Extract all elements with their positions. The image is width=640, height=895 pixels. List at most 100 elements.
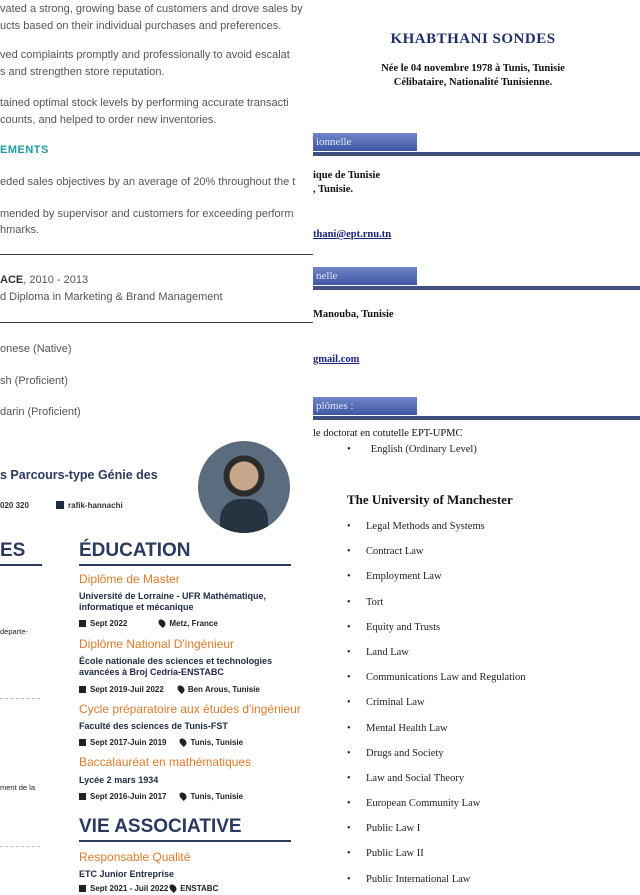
- location-pin-icon: [178, 737, 189, 747]
- education-2-meta: Sept 2019-Juil 2022 Ben Arous, Tunisie: [79, 684, 274, 694]
- associative-meta: Sept 2021 - Juil 2022 ENSTABC: [79, 883, 232, 893]
- list-item: Equity and Trusts: [347, 621, 526, 646]
- education-3-place: Tunis, Tunisie: [190, 738, 244, 747]
- list-item: Tort: [347, 596, 526, 621]
- linkedin-handle: rafik-hannachi: [68, 501, 123, 510]
- phone-number: 020 320: [0, 501, 29, 510]
- avatar-body: [220, 499, 268, 533]
- cv-name: KHABTHANI SONDES: [390, 31, 556, 47]
- education-2-date: Sept 2019-Juil 2022: [90, 685, 164, 694]
- linkedin-contact[interactable]: rafik-hannachi: [56, 501, 123, 510]
- experience-bullet-3-line-2: counts, and helped to order new inventor…: [0, 114, 217, 126]
- institution-line-2-text: Tunisie.: [318, 184, 353, 195]
- course-list-fragment: • English (Ordinary Level) The University…: [313, 438, 640, 895]
- education-4-degree: Baccalauréat en mathématiques: [79, 755, 252, 769]
- achievement-2-line-2: hmarks.: [0, 224, 40, 236]
- education-2-place: Ben Arous, Tunisie: [187, 685, 260, 694]
- education-1-institution-line-2: informatique et mécanique: [79, 602, 194, 612]
- education-school: ACE: [0, 274, 24, 286]
- calendar-icon: [79, 793, 86, 800]
- calendar-icon: [79, 739, 86, 746]
- associative-date: Sept 2021 - Juil 2022: [90, 884, 169, 893]
- calendar-icon: [79, 686, 86, 693]
- education-title: ÉDUCATION: [79, 540, 191, 561]
- education-2-degree: Diplôme National D'ingénieur: [79, 637, 235, 651]
- bullet: •: [347, 444, 351, 455]
- language-item: • English (Ordinary Level): [347, 444, 477, 455]
- education-degree: d Diploma in Marketing & Brand Managemen…: [0, 291, 223, 303]
- avatar: [198, 441, 290, 533]
- calendar-icon: [79, 885, 86, 892]
- language-3: darin (Proficient): [0, 406, 81, 418]
- list-item: Public Law II: [347, 847, 526, 872]
- achievement-2-line-1: mended by supervisor and customers for e…: [0, 208, 294, 220]
- left-column-fragment-1: départe-: [0, 627, 28, 636]
- list-item: Legal Methods and Systems: [347, 520, 526, 545]
- left-section-title: ES: [0, 540, 26, 561]
- cv-status: Célibataire, Nationalité Tunisienne.: [393, 77, 553, 88]
- section-underline: [79, 840, 291, 842]
- profile-title: s Parcours-type Génie des: [0, 468, 158, 482]
- section-rule: [313, 152, 640, 156]
- section-rule: [313, 286, 640, 290]
- education-3-date: Sept 2017-Juin 2019: [90, 738, 167, 747]
- achievements-heading: EMENTS: [0, 144, 49, 156]
- cv-fragment-top-right: KHABTHANI SONDES Née le 04 novembre 1978…: [313, 0, 640, 450]
- language-item-text: English (Ordinary Level): [370, 444, 477, 455]
- education-2-institution-line-2: avancées à Broj Cedria-ENSTABC: [79, 667, 224, 677]
- institution-line-2: , Tunisie.: [313, 184, 353, 195]
- experience-bullet-2-line-2: s and strengthen store reputation.: [0, 66, 165, 78]
- section-rule: [313, 416, 640, 420]
- list-item: Drugs and Society: [347, 747, 526, 772]
- section-bar-professional: ionnelle: [313, 133, 417, 151]
- section-underline: [79, 564, 291, 566]
- email-link-1[interactable]: thani@ept.rnu.tn: [313, 229, 391, 240]
- education-1-degree: Diplôme de Master: [79, 572, 180, 586]
- education-4-place: Tunis, Tunisie: [190, 792, 244, 801]
- education-school-line: ACE, 2010 - 2013: [0, 272, 88, 289]
- experience-bullet-1-line-1: vated a strong, growing base of customer…: [0, 3, 303, 15]
- left-column-fragment-2: ment de la: [0, 783, 36, 792]
- education-years: , 2010 - 2013: [23, 274, 89, 286]
- associative-role: Responsable Qualité: [79, 850, 191, 864]
- language-2: sh (Proficient): [0, 375, 68, 387]
- list-item: Law and Social Theory: [347, 772, 526, 797]
- dashed-divider: [0, 846, 40, 847]
- education-1-date: Sept 2022: [90, 619, 128, 628]
- list-item: Employment Law: [347, 570, 526, 595]
- section-bar-diplomas: plômes :: [313, 397, 417, 415]
- list-item: Public Law I: [347, 822, 526, 847]
- achievement-1: eded sales objectives by an average of 2…: [0, 176, 296, 188]
- associative-place: ENSTABC: [180, 884, 219, 893]
- experience-bullet-2-line-1: ved complaints promptly and professional…: [0, 49, 290, 61]
- language-1: onese (Native): [0, 343, 72, 355]
- list-item: Land Law: [347, 646, 526, 671]
- cv-birth: Née le 04 novembre 1978 à Tunis, Tunisie: [381, 63, 565, 74]
- section-bar-personal: nelle: [313, 267, 417, 285]
- linkedin-icon: [56, 501, 64, 509]
- location-pin-icon: [178, 791, 189, 801]
- resume-fragment-top-left: vated a strong, growing base of customer…: [0, 0, 315, 438]
- education-3-degree: Cycle préparatoire aux études d'ingénieu…: [79, 702, 301, 716]
- institution-line-1: ique de Tunisie: [313, 170, 381, 181]
- address: Manouba, Tunisie: [313, 309, 394, 320]
- list-item: Public International Law: [347, 873, 526, 895]
- calendar-icon: [79, 620, 86, 627]
- course-list: Legal Methods and Systems Contract Law E…: [347, 520, 526, 895]
- education-4-date: Sept 2016-Juin 2017: [90, 792, 167, 801]
- university-title: The University of Manchester: [347, 492, 513, 507]
- education-3-institution: Faculté des sciences de Tunis-FST: [79, 721, 228, 731]
- education-4-meta: Sept 2016-Juin 2017 Tunis, Tunisie: [79, 791, 257, 801]
- experience-bullet-1-line-2: ucts based on their individual purchases…: [0, 20, 282, 32]
- education-2-institution-line-1: École nationale des sciences et technolo…: [79, 656, 273, 666]
- list-item: Contract Law: [347, 545, 526, 570]
- location-pin-icon: [175, 684, 186, 694]
- list-item: Criminal Law: [347, 696, 526, 721]
- location-pin-icon: [168, 883, 179, 893]
- resume-fragment-bottom-left: s Parcours-type Génie des 020 320 rafik-…: [0, 438, 313, 895]
- email-link-2[interactable]: gmail.com: [313, 354, 359, 365]
- education-1-place: Metz, France: [169, 619, 218, 628]
- education-3-meta: Sept 2017-Juin 2019 Tunis, Tunisie: [79, 737, 257, 747]
- associative-life-title: VIE ASSOCIATIVE: [79, 816, 242, 837]
- section-underline: [0, 564, 42, 566]
